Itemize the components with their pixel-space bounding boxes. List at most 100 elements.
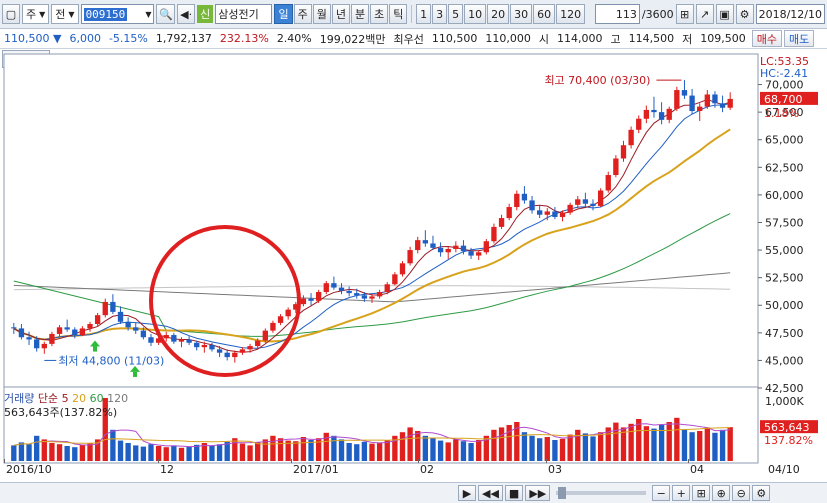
candle[interactable] bbox=[597, 190, 604, 206]
volume-bar[interactable] bbox=[117, 440, 124, 461]
volume-bar[interactable] bbox=[597, 432, 604, 461]
candle[interactable] bbox=[11, 327, 17, 329]
zoom-out-icon[interactable]: − bbox=[652, 485, 671, 501]
volume-bar[interactable] bbox=[247, 445, 253, 461]
buy-button[interactable]: 매수 bbox=[751, 30, 782, 47]
volume-bar[interactable] bbox=[613, 422, 619, 461]
volume-bar[interactable] bbox=[87, 443, 93, 461]
candle[interactable] bbox=[323, 283, 329, 292]
candle[interactable] bbox=[605, 175, 611, 191]
volume-bar[interactable] bbox=[384, 440, 390, 461]
volume-bar[interactable] bbox=[704, 427, 710, 461]
candle[interactable] bbox=[56, 327, 63, 334]
count-input[interactable]: 113 bbox=[595, 4, 640, 24]
grid-icon[interactable]: ⊞ bbox=[692, 485, 711, 501]
volume-bar[interactable] bbox=[437, 440, 444, 461]
volume-bar[interactable] bbox=[567, 434, 573, 461]
candle[interactable] bbox=[163, 335, 169, 339]
period-tab-4[interactable]: 분 bbox=[350, 4, 370, 24]
candle[interactable] bbox=[34, 339, 40, 349]
candle[interactable] bbox=[567, 204, 573, 213]
interval-button-3[interactable]: 3 bbox=[432, 4, 448, 24]
candle[interactable] bbox=[239, 349, 246, 353]
candle[interactable] bbox=[514, 193, 520, 208]
candle[interactable] bbox=[430, 243, 436, 248]
chart-tool-icon[interactable]: ⊞ bbox=[675, 4, 694, 24]
candle[interactable] bbox=[620, 145, 627, 159]
volume-bar[interactable] bbox=[239, 443, 246, 461]
candle[interactable] bbox=[613, 158, 619, 176]
volume-bar[interactable] bbox=[140, 446, 147, 461]
candle[interactable] bbox=[521, 193, 528, 201]
search-icon[interactable]: 🔍 bbox=[156, 4, 176, 24]
volume-bar[interactable] bbox=[415, 431, 421, 461]
volume-bar[interactable] bbox=[194, 444, 200, 461]
candle[interactable] bbox=[590, 203, 596, 206]
candle[interactable] bbox=[94, 315, 101, 324]
candle[interactable] bbox=[72, 329, 78, 336]
volume-bar[interactable] bbox=[209, 446, 215, 461]
candle[interactable] bbox=[437, 247, 444, 253]
volume-bar[interactable] bbox=[110, 429, 116, 461]
candle[interactable] bbox=[506, 207, 512, 219]
scroll-thumb[interactable] bbox=[558, 487, 567, 499]
volume-bar[interactable] bbox=[460, 441, 467, 461]
market-select[interactable]: 주 ▼ bbox=[22, 4, 50, 24]
volume-bar[interactable] bbox=[536, 438, 543, 461]
layout-icon[interactable]: ▢ bbox=[2, 4, 20, 24]
candle[interactable] bbox=[232, 352, 238, 358]
period-tab-3[interactable]: 년 bbox=[331, 4, 350, 24]
volume-bar[interactable] bbox=[148, 444, 154, 461]
volume-bar[interactable] bbox=[422, 435, 429, 461]
speaker-icon[interactable]: ◀· bbox=[177, 4, 196, 24]
candle[interactable] bbox=[178, 339, 185, 342]
volume-bar[interactable] bbox=[354, 444, 360, 461]
candle[interactable] bbox=[277, 316, 284, 323]
volume-bar[interactable] bbox=[49, 443, 55, 461]
interval-button-20[interactable]: 20 bbox=[487, 4, 510, 24]
candle[interactable] bbox=[628, 129, 634, 146]
volume-bar[interactable] bbox=[277, 438, 284, 461]
candle[interactable] bbox=[270, 322, 276, 331]
candle[interactable] bbox=[361, 295, 368, 299]
candle[interactable] bbox=[331, 283, 337, 288]
volume-bar[interactable] bbox=[643, 426, 650, 461]
code-input[interactable]: 009150 ▼ bbox=[80, 4, 155, 24]
candle[interactable] bbox=[300, 298, 307, 305]
candle[interactable] bbox=[658, 112, 665, 120]
candle[interactable] bbox=[262, 330, 268, 341]
candle[interactable] bbox=[102, 301, 108, 316]
candle[interactable] bbox=[308, 298, 314, 301]
candle[interactable] bbox=[285, 309, 291, 317]
candle[interactable] bbox=[453, 245, 459, 249]
candle[interactable] bbox=[643, 109, 650, 119]
volume-bar[interactable] bbox=[575, 429, 581, 461]
candle[interactable] bbox=[255, 340, 261, 347]
volume-bar[interactable] bbox=[727, 427, 733, 461]
candle[interactable] bbox=[376, 292, 383, 297]
candle[interactable] bbox=[338, 287, 345, 291]
candle[interactable] bbox=[719, 103, 726, 108]
interval-button-120[interactable]: 120 bbox=[556, 4, 586, 24]
candle[interactable] bbox=[582, 199, 589, 204]
candle[interactable] bbox=[64, 327, 70, 330]
volume-bar[interactable] bbox=[582, 433, 589, 461]
volume-bar[interactable] bbox=[498, 427, 505, 461]
volume-bar[interactable] bbox=[453, 439, 459, 461]
candle[interactable] bbox=[536, 210, 543, 215]
candle[interactable] bbox=[201, 344, 208, 348]
candle[interactable] bbox=[399, 263, 406, 275]
volume-bar[interactable] bbox=[11, 445, 17, 461]
volume-bar[interactable] bbox=[216, 444, 223, 461]
volume-bar[interactable] bbox=[270, 435, 276, 461]
candle[interactable] bbox=[712, 94, 718, 104]
volume-bar[interactable] bbox=[369, 443, 375, 461]
candle[interactable] bbox=[544, 211, 550, 215]
candle[interactable] bbox=[445, 248, 451, 253]
candle[interactable] bbox=[392, 274, 398, 285]
volume-bar[interactable] bbox=[72, 447, 78, 461]
volume-bar[interactable] bbox=[712, 432, 718, 461]
volume-bar[interactable] bbox=[262, 439, 268, 461]
volume-bar[interactable] bbox=[171, 445, 177, 461]
candle[interactable] bbox=[498, 218, 505, 227]
